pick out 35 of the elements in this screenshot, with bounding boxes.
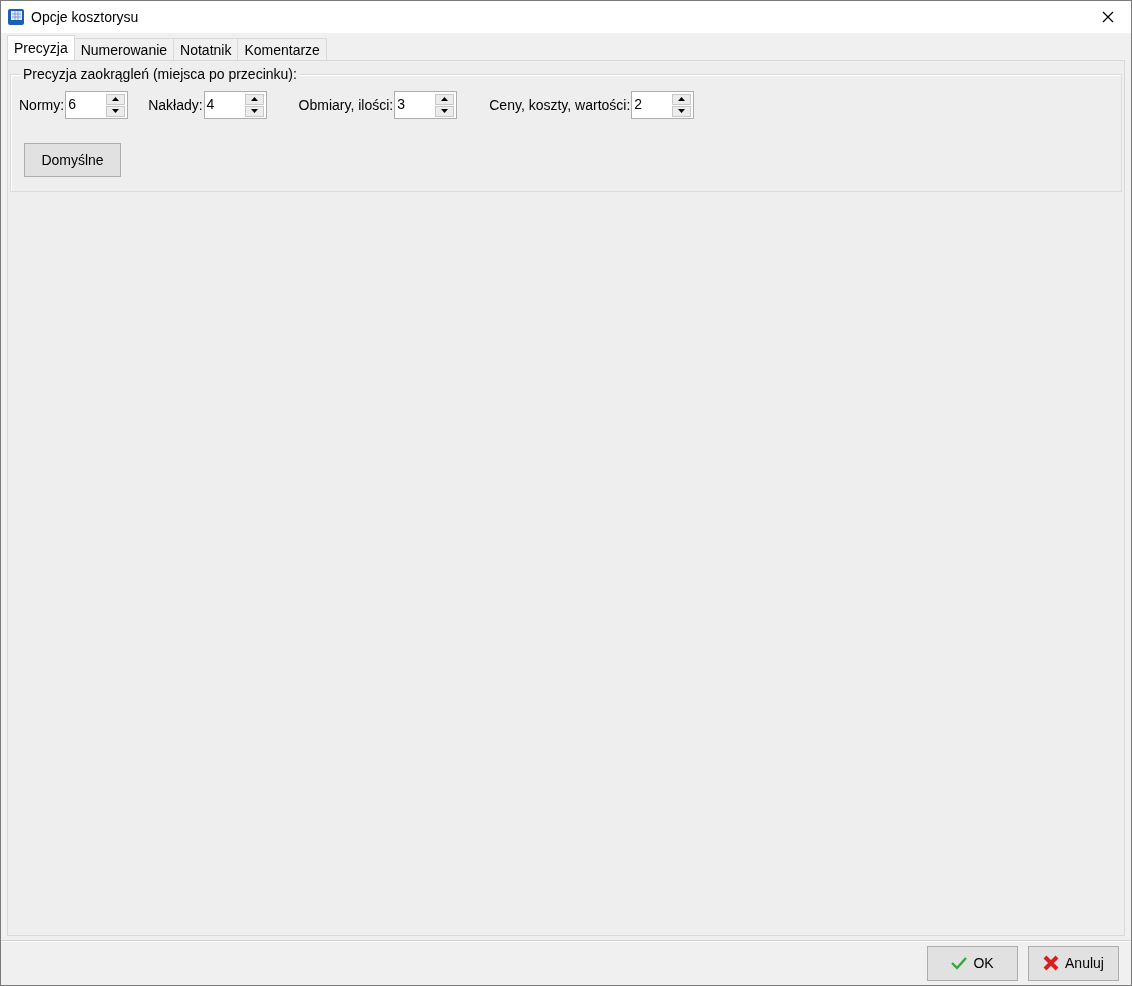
up-triangle-icon	[441, 97, 449, 101]
tab[interactable]: Komentarze	[237, 38, 327, 60]
spin-down-button[interactable]	[106, 105, 126, 117]
spin-up-button[interactable]	[435, 93, 455, 105]
spin-up-button[interactable]	[672, 93, 692, 105]
spin-down-button[interactable]	[672, 105, 692, 117]
ok-button[interactable]: OK	[927, 945, 1018, 981]
spin-field[interactable]: 2	[631, 91, 695, 119]
up-triangle-icon	[678, 97, 686, 101]
spin-up-button[interactable]	[244, 93, 264, 105]
book-icon	[7, 8, 25, 26]
down-triangle-icon	[112, 109, 120, 113]
spin-field[interactable]: 3	[394, 91, 458, 119]
checkmark-icon	[951, 956, 968, 970]
spin-up-button[interactable]	[106, 93, 126, 105]
up-triangle-icon	[112, 97, 120, 101]
spinner-label: Obmiary, ilości:	[298, 97, 394, 113]
spinner-label: Normy:	[19, 97, 65, 113]
down-triangle-icon	[678, 109, 686, 113]
spin-field[interactable]: 4	[203, 91, 267, 119]
spin-down-button[interactable]	[435, 105, 455, 117]
cross-icon	[1043, 955, 1060, 971]
close-icon	[1102, 11, 1114, 23]
down-triangle-icon	[441, 109, 449, 113]
spinner-label: Nakłady:	[148, 97, 203, 113]
defaults-button[interactable]: Domyślne	[24, 143, 121, 177]
down-triangle-icon	[250, 109, 258, 113]
spin-field[interactable]: 6	[65, 91, 129, 119]
up-triangle-icon	[250, 97, 258, 101]
group-title: Precyzja zaokrągleń (miejsca po przecinku):	[21, 66, 299, 82]
cancel-button[interactable]: Anuluj	[1028, 945, 1119, 981]
spinner-label: Ceny, koszty, wartości:	[489, 97, 631, 113]
spin-down-button[interactable]	[244, 105, 264, 117]
tab[interactable]: Precyzja	[7, 35, 75, 60]
window-title: Opcje kosztorysu	[31, 9, 139, 25]
